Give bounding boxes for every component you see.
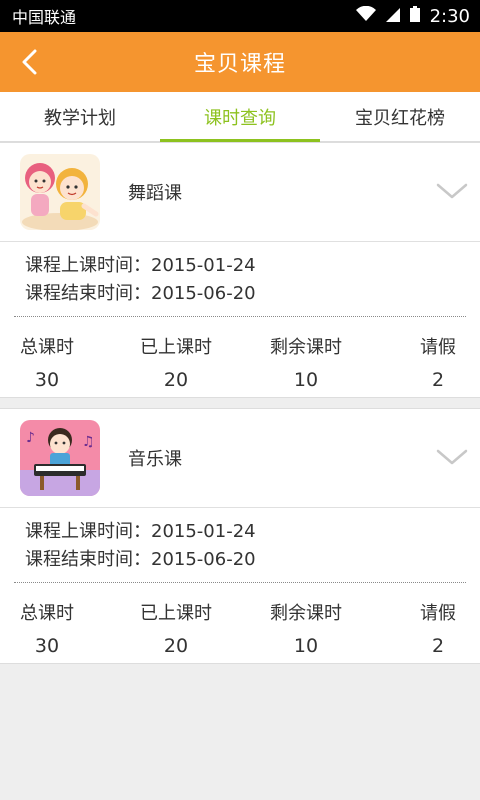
carrier-label: 中国联通: [12, 8, 77, 27]
stat-value: 30: [34, 369, 60, 391]
svg-text:♪: ♪: [26, 430, 35, 446]
stat-remaining-hours: 剩余课时 10: [270, 333, 342, 391]
battery-icon: [409, 6, 420, 26]
stat-label: 剩余课时: [270, 337, 342, 358]
tab-honor-list[interactable]: 宝贝红花榜: [320, 92, 480, 141]
course-card: ♪ ♫ 音乐课 课程上课时间：2015-01-24 课程结束时间：2015-06…: [0, 408, 480, 664]
stat-label: 总课时: [20, 603, 74, 624]
start-date-value: 2015-01-24: [151, 521, 256, 542]
signal-icon: [385, 7, 400, 26]
stat-completed-hours: 已上课时 20: [140, 333, 212, 391]
end-date-row: 课程结束时间：2015-06-20: [25, 546, 480, 574]
stat-label: 已上课时: [140, 603, 212, 624]
stat-total-hours: 总课时 30: [20, 599, 74, 657]
status-bar: 中国联通 2:30: [0, 0, 480, 32]
tab-label: 课时查询: [204, 107, 276, 129]
stat-value: 20: [163, 635, 189, 657]
stat-value: 10: [293, 635, 319, 657]
course-stats: 总课时 30 已上课时 20 剩余课时 10 请假 2: [0, 583, 480, 663]
end-date-label: 课程结束时间：: [25, 283, 151, 304]
course-stats: 总课时 30 已上课时 20 剩余课时 10 请假 2: [0, 317, 480, 397]
course-name: 音乐课: [128, 449, 182, 470]
end-date-label: 课程结束时间：: [25, 549, 151, 570]
stat-value: 20: [163, 369, 189, 391]
start-date-label: 课程上课时间：: [25, 255, 151, 276]
tab-bar: 教学计划 课时查询 宝贝红花榜: [0, 92, 480, 142]
stat-value: 30: [34, 635, 60, 657]
piano-boy-icon: ♪ ♫: [20, 420, 100, 496]
start-date-row: 课程上课时间：2015-01-24: [25, 518, 480, 546]
chevron-left-icon: [22, 49, 37, 75]
stat-value: 2: [431, 635, 445, 657]
start-date-value: 2015-01-24: [151, 255, 256, 276]
end-date-row: 课程结束时间：2015-06-20: [25, 280, 480, 308]
course-dates: 课程上课时间：2015-01-24 课程结束时间：2015-06-20: [0, 508, 480, 582]
start-date-row: 课程上课时间：2015-01-24: [25, 252, 480, 280]
course-header[interactable]: ♪ ♫ 音乐课: [0, 409, 480, 508]
dance-girls-icon: [20, 154, 100, 230]
course-header[interactable]: 舞蹈课: [0, 143, 480, 242]
clock: 2:30: [429, 5, 470, 27]
tab-class-hours[interactable]: 课时查询: [160, 92, 320, 142]
tab-label: 教学计划: [44, 107, 116, 129]
stat-label: 请假: [420, 337, 456, 358]
chevron-down-icon[interactable]: [436, 445, 468, 469]
stat-remaining-hours: 剩余课时 10: [270, 599, 342, 657]
svg-text:♫: ♫: [82, 434, 95, 450]
stat-value: 2: [431, 369, 445, 391]
title-bar: 宝贝课程: [0, 32, 480, 92]
course-card: 舞蹈课 课程上课时间：2015-01-24 课程结束时间：2015-06-20 …: [0, 142, 480, 398]
start-date-label: 课程上课时间：: [25, 521, 151, 542]
stat-value: 10: [293, 369, 319, 391]
stat-label: 已上课时: [140, 337, 212, 358]
stat-label: 剩余课时: [270, 603, 342, 624]
stat-label: 请假: [420, 603, 456, 624]
stat-label: 总课时: [20, 337, 74, 358]
course-name: 舞蹈课: [128, 183, 182, 204]
status-icons: 2:30: [355, 5, 470, 27]
back-button[interactable]: [10, 42, 50, 82]
tab-label: 宝贝红花榜: [355, 107, 445, 129]
tab-teaching-plan[interactable]: 教学计划: [0, 92, 160, 141]
page-title: 宝贝课程: [193, 52, 286, 77]
stat-total-hours: 总课时 30: [20, 333, 74, 391]
stat-leave: 请假 2: [420, 333, 456, 391]
end-date-value: 2015-06-20: [151, 283, 256, 304]
chevron-down-icon[interactable]: [436, 179, 468, 203]
wifi-icon: [355, 5, 376, 26]
stat-leave: 请假 2: [420, 599, 456, 657]
course-dates: 课程上课时间：2015-01-24 课程结束时间：2015-06-20: [0, 242, 480, 316]
stat-completed-hours: 已上课时 20: [140, 599, 212, 657]
end-date-value: 2015-06-20: [151, 549, 256, 570]
